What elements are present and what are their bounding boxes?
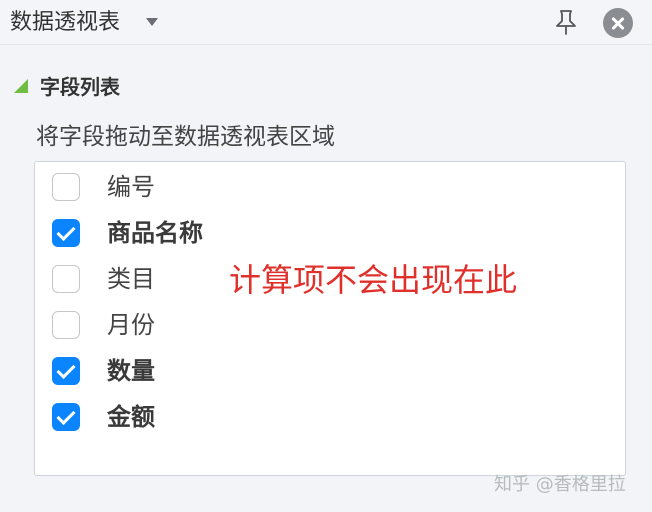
field-row-quantity[interactable]: 数量 [35,348,625,394]
field-row-id[interactable]: 编号 [35,164,625,210]
field-label: 月份 [107,311,155,339]
field-row-month[interactable]: 月份 [35,302,625,348]
watermark: 知乎 @香格里拉 [494,474,626,495]
annotation-text: 计算项不会出现在此 [229,261,518,299]
field-row-product-name[interactable]: 商品名称 [35,210,625,256]
field-label: 数量 [107,357,155,385]
field-checkbox[interactable] [52,265,80,293]
field-checkbox[interactable] [52,357,80,385]
field-row-amount[interactable]: 金额 [35,394,625,440]
field-label: 编号 [107,173,155,201]
close-circle-icon[interactable] [603,8,633,38]
field-checkbox[interactable] [52,173,80,201]
field-list-title: 字段列表 [40,75,120,99]
field-checkbox[interactable] [52,403,80,431]
field-checkbox[interactable] [52,311,80,339]
caret-down-icon[interactable] [144,10,162,34]
pin-icon[interactable] [551,7,581,37]
pane-title: 数据透视表 [10,10,121,35]
field-label: 商品名称 [107,219,203,247]
field-checkbox[interactable] [52,219,80,247]
drag-hint: 将字段拖动至数据透视表区域 [36,124,335,150]
triangle-collapse-icon[interactable] [12,75,34,97]
field-label: 类目 [107,265,155,293]
field-label: 金额 [107,403,155,431]
pane-header: 数据透视表 [0,0,652,45]
field-list[interactable]: 编号 商品名称 类目 月份 数量 金额 [34,161,626,476]
